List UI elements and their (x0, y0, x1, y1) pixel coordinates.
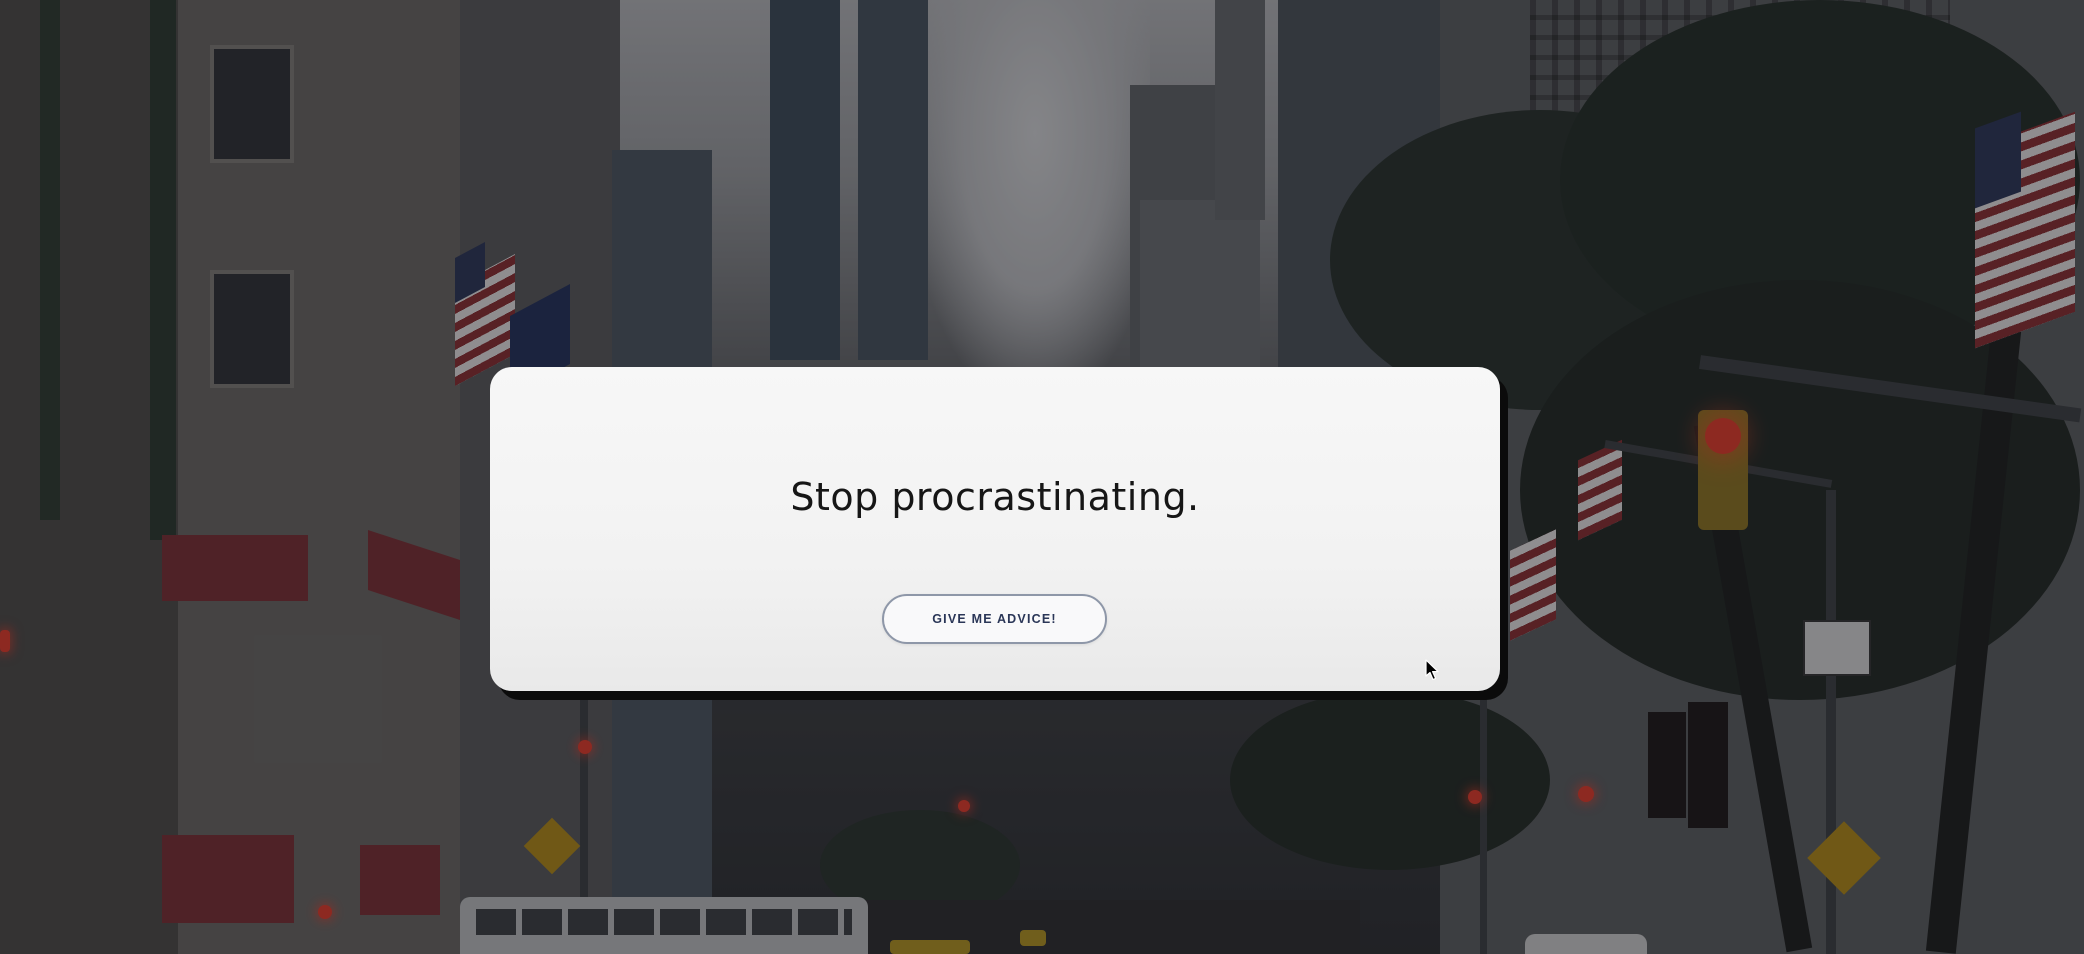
advice-card: Stop procrastinating. GIVE ME ADVICE! (490, 367, 1500, 691)
card-title: Stop procrastinating. (790, 475, 1200, 519)
mouse-pointer-icon (1425, 659, 1439, 681)
give-me-advice-button[interactable]: GIVE ME ADVICE! (882, 594, 1107, 644)
